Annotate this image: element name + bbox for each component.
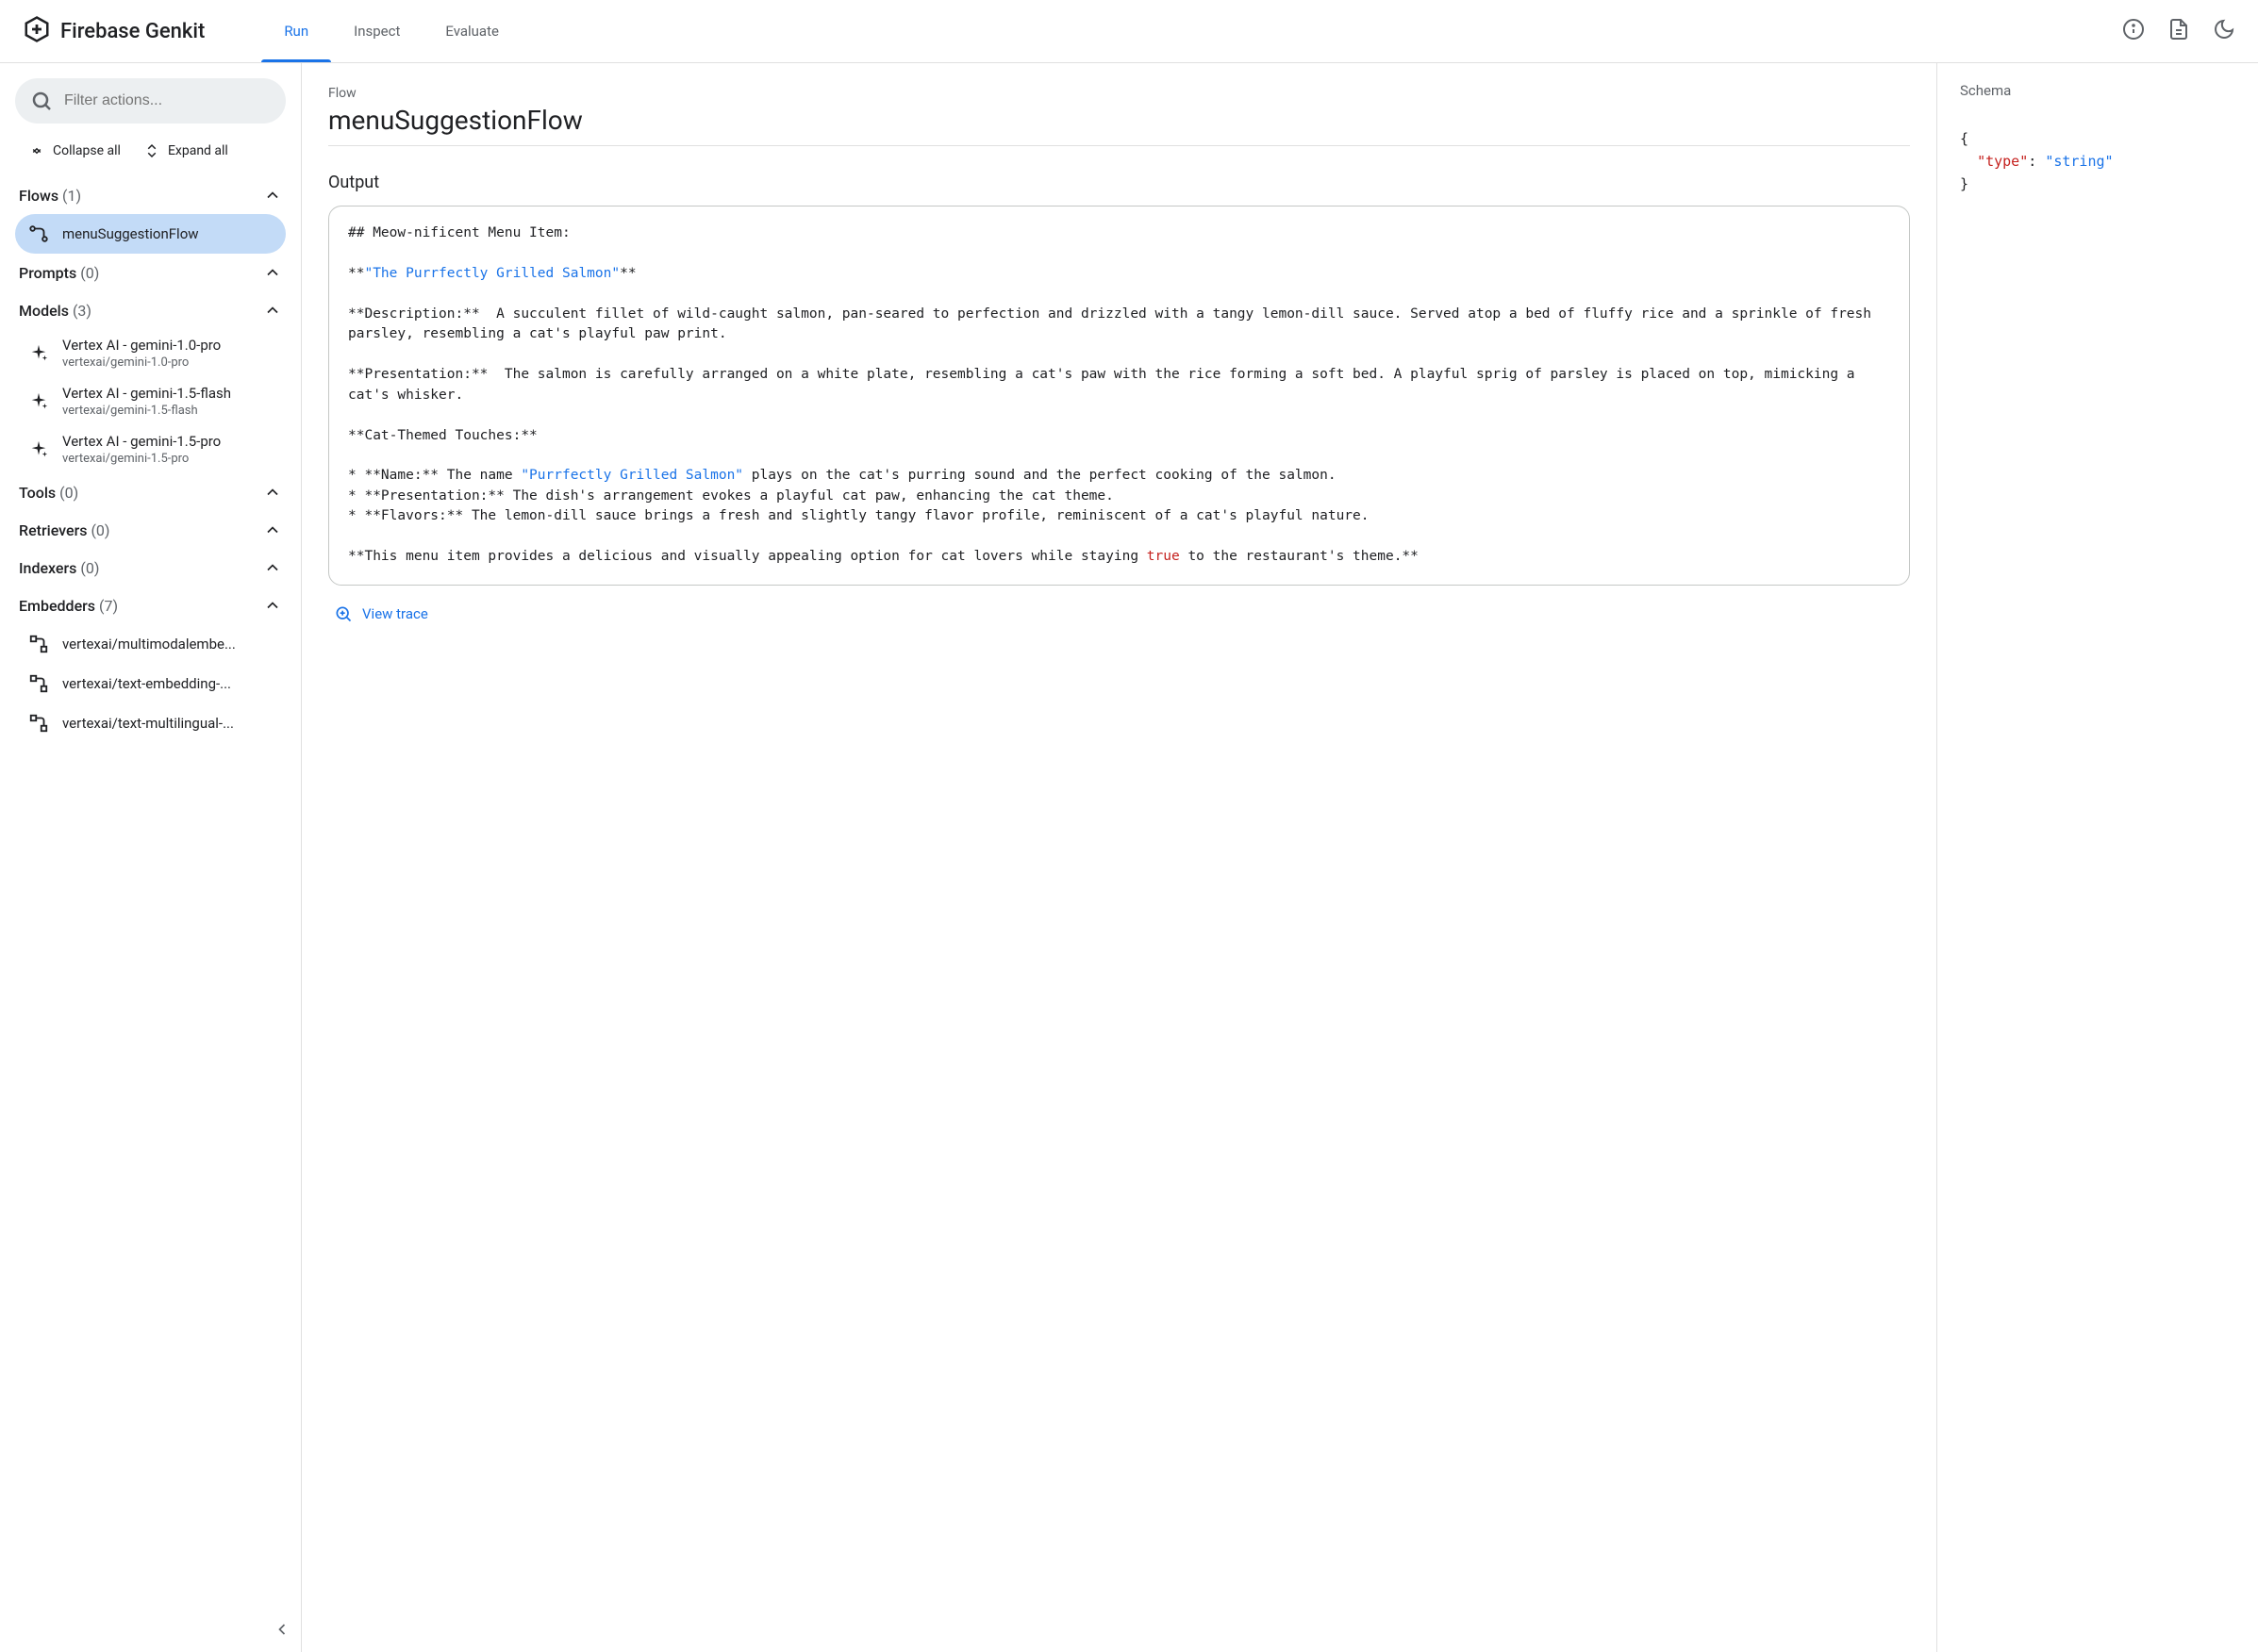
trace-icon [334, 604, 353, 623]
nav-tabs: Run Inspect Evaluate [261, 0, 522, 62]
flow-title: menuSuggestionFlow [328, 105, 1910, 146]
section-embedders[interactable]: Embedders (7) [15, 586, 286, 624]
section-flows[interactable]: Flows (1) [15, 176, 286, 214]
section-indexers[interactable]: Indexers (0) [15, 549, 286, 586]
logo-section: Firebase Genkit [23, 15, 205, 47]
sidebar-item-model-gemini10pro[interactable]: Vertex AI - gemini-1.0-provertexai/gemin… [15, 329, 286, 377]
chevron-up-icon [263, 483, 282, 502]
sidebar-item-embedder-textembedding[interactable]: vertexai/text-embedding-... [15, 664, 286, 703]
search-icon [30, 90, 53, 112]
sidebar-collapse-handle[interactable] [273, 1620, 291, 1643]
schema-panel: Schema { "type": "string" } [1937, 63, 2258, 1652]
collapse-all-button[interactable]: Collapse all [28, 142, 121, 159]
embedder-icon [28, 713, 49, 734]
sidebar-item-model-gemini15pro[interactable]: Vertex AI - gemini-1.5-provertexai/gemin… [15, 425, 286, 473]
chevron-up-icon [263, 263, 282, 282]
logo-text: Firebase Genkit [60, 20, 205, 43]
tab-inspect[interactable]: Inspect [331, 0, 423, 62]
expand-icon [143, 142, 160, 159]
schema-label: Schema [1960, 82, 2235, 99]
schema-body: { "type": "string" } [1960, 127, 2235, 195]
breadcrumb: Flow [328, 86, 1910, 101]
embedder-icon [28, 634, 49, 654]
sparkle-icon [28, 391, 49, 412]
filter-box[interactable] [15, 78, 286, 124]
logo-icon [23, 15, 51, 47]
expand-all-button[interactable]: Expand all [143, 142, 228, 159]
main-panel: Flow menuSuggestionFlow Output ## Meow-n… [302, 63, 1937, 1652]
filter-input[interactable] [64, 92, 271, 109]
docs-icon[interactable] [2167, 18, 2190, 44]
section-prompts[interactable]: Prompts (0) [15, 254, 286, 291]
section-retrievers[interactable]: Retrievers (0) [15, 511, 286, 549]
tab-run[interactable]: Run [261, 0, 331, 62]
sidebar-item-model-gemini15flash[interactable]: Vertex AI - gemini-1.5-flashvertexai/gem… [15, 377, 286, 425]
sidebar-item-flow-menusuggestion[interactable]: menuSuggestionFlow [15, 214, 286, 254]
sparkle-icon [28, 439, 49, 460]
sidebar-item-embedder-multilingual[interactable]: vertexai/text-multilingual-... [15, 703, 286, 743]
flow-icon [28, 223, 49, 244]
chevron-up-icon [263, 558, 282, 577]
section-tools[interactable]: Tools (0) [15, 473, 286, 511]
embedder-icon [28, 673, 49, 694]
collapse-icon [28, 142, 45, 159]
sparkle-icon [28, 343, 49, 364]
chevron-up-icon [263, 520, 282, 539]
view-trace-button[interactable]: View trace [328, 604, 1910, 623]
sidebar-item-embedder-multimodal[interactable]: vertexai/multimodalembe... [15, 624, 286, 664]
output-box: ## Meow-nificent Menu Item: **"The Purrf… [328, 206, 1910, 586]
info-icon[interactable] [2122, 18, 2145, 44]
chevron-left-icon [273, 1620, 291, 1639]
header: Firebase Genkit Run Inspect Evaluate [0, 0, 2258, 63]
output-label: Output [328, 173, 1910, 192]
chevron-up-icon [263, 301, 282, 320]
chevron-up-icon [263, 186, 282, 205]
theme-icon[interactable] [2213, 18, 2235, 44]
tab-evaluate[interactable]: Evaluate [423, 0, 522, 62]
chevron-up-icon [263, 596, 282, 615]
section-models[interactable]: Models (3) [15, 291, 286, 329]
sidebar: Collapse all Expand all Flows (1) menuSu… [0, 63, 302, 1652]
header-icons [2122, 18, 2235, 44]
